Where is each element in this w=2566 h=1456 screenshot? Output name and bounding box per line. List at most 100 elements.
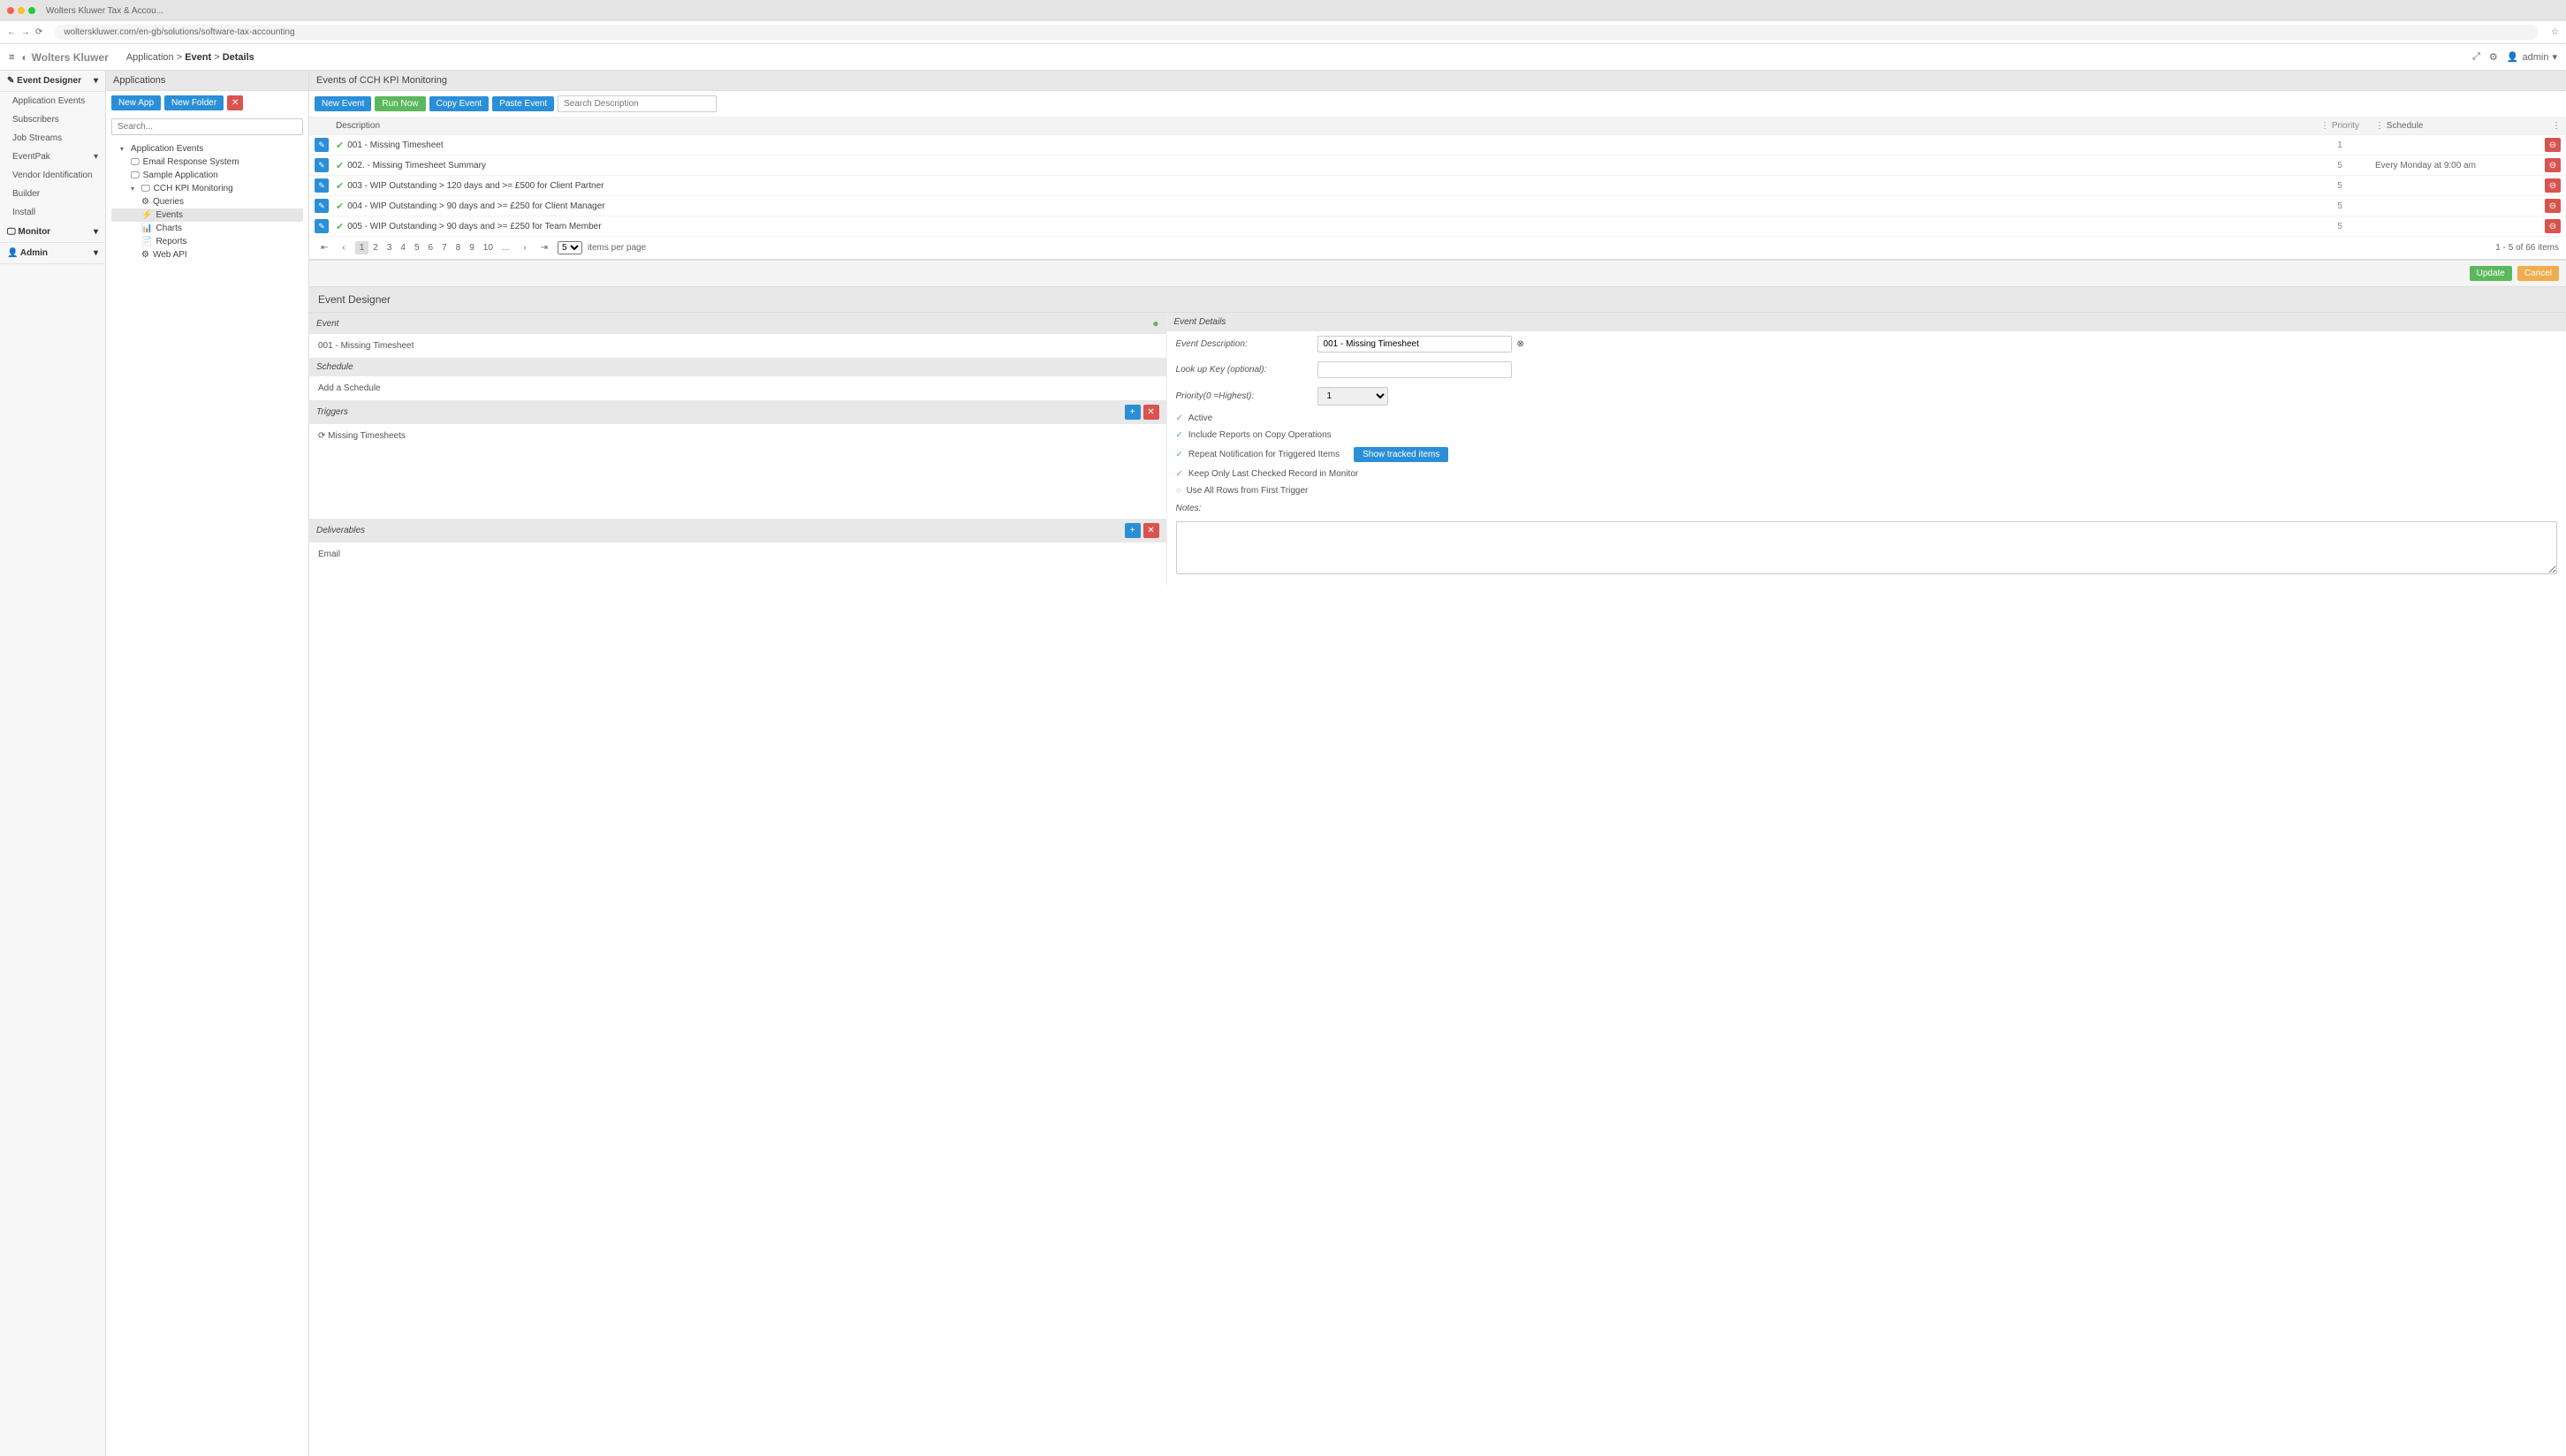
page-size-select[interactable]: 5 — [558, 241, 582, 254]
pager-page[interactable]: 6 — [424, 241, 438, 254]
sidebar-item-application-events[interactable]: Application Events — [0, 92, 105, 110]
reload-icon[interactable]: ⟳ — [35, 27, 42, 37]
pager-next[interactable]: › — [519, 241, 530, 254]
pager-page[interactable]: 4 — [396, 241, 410, 254]
new-event-button[interactable]: New Event — [315, 96, 371, 111]
sidebar-group-event-designer[interactable]: ✎ Event Designer ▾ — [0, 71, 105, 92]
delete-icon[interactable]: ⊖ — [2545, 138, 2561, 152]
sidebar-item-vendor-id[interactable]: Vendor Identification — [0, 166, 105, 185]
pager-page[interactable]: 10 — [479, 241, 497, 254]
pager-prev[interactable]: ‹ — [338, 241, 349, 254]
new-app-button[interactable]: New App — [111, 95, 161, 110]
crumb-event[interactable]: Event — [185, 52, 211, 63]
pager-page[interactable]: 8 — [452, 241, 466, 254]
notes-textarea[interactable] — [1176, 521, 2557, 574]
tree-item-charts[interactable]: 📊Charts — [111, 222, 303, 235]
col-priority[interactable]: Priority — [2332, 121, 2359, 131]
table-row[interactable]: ✎✔001 - Missing Timesheet1⊖ — [309, 135, 2566, 155]
edit-icon[interactable]: ✎ — [315, 178, 329, 193]
delete-icon[interactable]: ⊖ — [2545, 158, 2561, 172]
event-name: 001 - Missing Timesheet — [309, 334, 1166, 358]
clear-icon[interactable]: ⊗ — [1517, 339, 1524, 349]
remove-deliverable-button[interactable]: ✕ — [1143, 523, 1159, 538]
edit-icon[interactable]: ✎ — [315, 219, 329, 233]
update-button[interactable]: Update — [2470, 266, 2512, 281]
table-row[interactable]: ✎✔004 - WIP Outstanding > 90 days and >=… — [309, 196, 2566, 216]
pager-page[interactable]: 5 — [410, 241, 424, 254]
add-trigger-button[interactable]: + — [1125, 405, 1141, 420]
sidebar-item-subscribers[interactable]: Subscribers — [0, 110, 105, 129]
use-all-rows-checkbox[interactable]: ○Use All Rows from First Trigger — [1167, 482, 2566, 499]
user-menu[interactable]: 👤 admin ▾ — [2507, 51, 2557, 63]
tree-item-cch-kpi[interactable]: ▾🖵CCH KPI Monitoring — [111, 182, 303, 195]
priority-select[interactable]: 1 — [1317, 387, 1388, 406]
tree-item-queries[interactable]: ⚙Queries — [111, 195, 303, 209]
event-search-input[interactable] — [558, 95, 717, 112]
lookup-key-input[interactable] — [1317, 361, 1512, 378]
pager-page[interactable]: 9 — [465, 241, 479, 254]
edit-icon[interactable]: ✎ — [315, 158, 329, 172]
check-icon: ✔ — [336, 201, 344, 212]
col-description[interactable]: Description — [336, 121, 2304, 131]
tree-item-reports[interactable]: 📄Reports — [111, 235, 303, 248]
table-row[interactable]: ✎✔002. - Missing Timesheet Summary5Every… — [309, 155, 2566, 176]
edit-icon[interactable]: ✎ — [315, 138, 329, 152]
edit-icon[interactable]: ✎ — [315, 199, 329, 213]
sidebar-group-monitor[interactable]: 🖵 Monitor ▾ — [0, 222, 105, 243]
chevron-down-icon: ▾ — [94, 152, 98, 162]
repeat-notification-checkbox[interactable]: ✓Repeat Notification for Triggered Items… — [1167, 444, 2566, 466]
delete-icon[interactable]: ⊖ — [2545, 199, 2561, 213]
new-folder-button[interactable]: New Folder — [164, 95, 224, 110]
sidebar-item-eventpak[interactable]: EventPak▾ — [0, 148, 105, 166]
sidebar-item-builder[interactable]: Builder — [0, 185, 105, 203]
tree-item-events[interactable]: ⚡Events — [111, 209, 303, 222]
menu-icon[interactable]: ≡ — [9, 52, 14, 63]
expand-icon[interactable]: ⤢ — [2472, 51, 2480, 63]
cancel-button[interactable]: Cancel — [2517, 266, 2559, 281]
col-schedule[interactable]: Schedule — [2387, 121, 2424, 131]
sidebar-group-admin[interactable]: 👤 Admin ▾ — [0, 243, 105, 264]
remove-trigger-button[interactable]: ✕ — [1143, 405, 1159, 420]
tree-item-webapi[interactable]: ⚙Web API — [111, 248, 303, 262]
app-search-input[interactable] — [111, 118, 303, 135]
show-tracked-button[interactable]: Show tracked items — [1354, 447, 1448, 462]
table-row[interactable]: ✎✔005 - WIP Outstanding > 90 days and >=… — [309, 216, 2566, 237]
back-icon[interactable]: ← — [7, 27, 16, 37]
keep-last-checkbox[interactable]: ✓Keep Only Last Checked Record in Monito… — [1167, 466, 2566, 482]
pager-page[interactable]: 3 — [383, 241, 397, 254]
delete-icon[interactable]: ⊖ — [2545, 219, 2561, 233]
settings-icon[interactable]: ⚙ — [2489, 51, 2498, 63]
designer-actions: Update Cancel — [309, 260, 2566, 286]
sidebar-item-install[interactable]: Install — [0, 203, 105, 222]
sidebar-item-job-streams[interactable]: Job Streams — [0, 129, 105, 148]
trigger-item[interactable]: ⟳ Missing Timesheets — [309, 424, 1166, 448]
delete-icon[interactable]: ⊖ — [2545, 178, 2561, 193]
paste-event-button[interactable]: Paste Event — [492, 96, 554, 111]
tree-root[interactable]: ▾Application Events — [111, 142, 303, 155]
browser-tab-title[interactable]: Wolters Kluwer Tax & Accou... — [46, 6, 163, 16]
deliverable-item[interactable]: Email — [309, 542, 1166, 566]
row-desc: 002. - Missing Timesheet Summary — [347, 161, 486, 171]
pager-page[interactable]: 2 — [368, 241, 383, 254]
pager-first[interactable]: ⇤ — [316, 241, 332, 254]
event-description-input[interactable] — [1317, 336, 1512, 353]
pager-page[interactable]: 7 — [437, 241, 452, 254]
url-field[interactable]: wolterskluwer.com/en-gb/solutions/softwa… — [55, 25, 2539, 40]
active-checkbox[interactable]: ✓Active — [1167, 410, 2566, 427]
tree-item-email-response[interactable]: 🖵Email Response System — [111, 155, 303, 169]
add-deliverable-button[interactable]: + — [1125, 523, 1141, 538]
run-now-button[interactable]: Run Now — [375, 96, 425, 111]
tree-item-sample-app[interactable]: 🖵Sample Application — [111, 169, 303, 182]
crumb-app[interactable]: Application — [126, 52, 174, 63]
user-name: admin — [2523, 52, 2549, 63]
table-row[interactable]: ✎✔003 - WIP Outstanding > 120 days and >… — [309, 176, 2566, 196]
star-icon[interactable]: ☆ — [2551, 27, 2559, 37]
pager-page[interactable]: 1 — [355, 241, 369, 254]
delete-app-button[interactable]: ✕ — [227, 95, 243, 110]
include-reports-checkbox[interactable]: ✓Include Reports on Copy Operations — [1167, 427, 2566, 444]
add-schedule-link[interactable]: Add a Schedule — [309, 376, 1166, 400]
copy-event-button[interactable]: Copy Event — [429, 96, 490, 111]
forward-icon[interactable]: → — [21, 27, 30, 37]
pager-page[interactable]: ... — [497, 241, 513, 254]
pager-last[interactable]: ⇥ — [536, 241, 552, 254]
